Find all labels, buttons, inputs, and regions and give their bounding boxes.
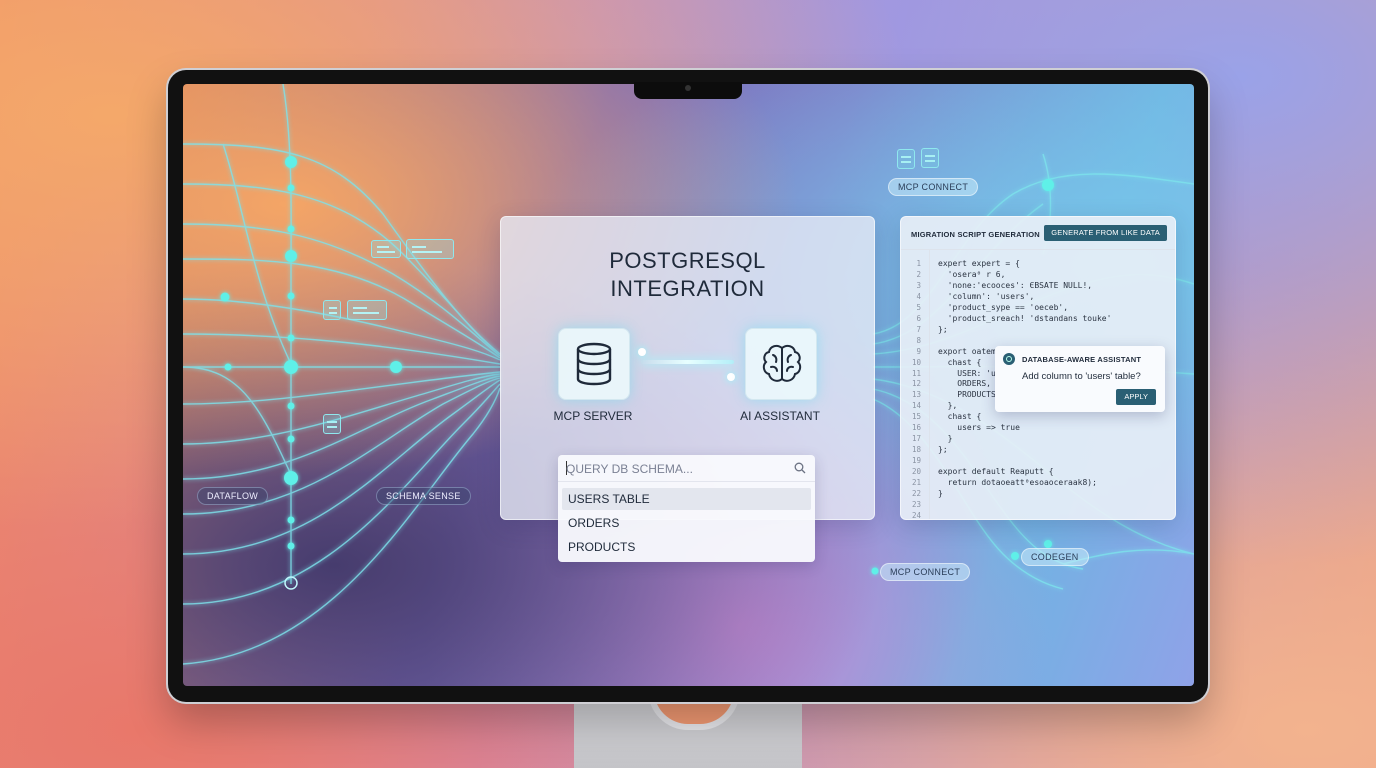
code-line: ORDERS, — [938, 379, 991, 389]
line-number: 16 — [911, 423, 921, 433]
document-icon — [897, 149, 915, 169]
line-number: 15 — [911, 412, 921, 422]
mcp-server-tile[interactable] — [558, 328, 630, 400]
line-number: 23 — [911, 499, 921, 509]
search-icon[interactable] — [794, 462, 806, 474]
line-number: 10 — [911, 357, 921, 367]
document-icon — [921, 148, 939, 168]
line-number: 21 — [911, 478, 921, 487]
apply-button[interactable]: APPLY — [1116, 389, 1156, 405]
code-line: }; — [938, 445, 948, 455]
code-line: } — [938, 434, 953, 444]
code-line: } — [938, 488, 943, 498]
document-icon — [323, 414, 341, 434]
line-number: 4 — [916, 291, 921, 301]
generate-button[interactable]: GENERATE FROM LIKE DATA — [1044, 225, 1167, 241]
tag-mcp-connect-bottom: MCP CONNECT — [880, 563, 971, 581]
code-line: return dotaoeatt⁰esoaoceraak8); — [938, 478, 1097, 487]
code-line: 'column': 'users', — [938, 291, 1035, 301]
line-number: 13 — [911, 390, 921, 400]
line-number: 8 — [916, 335, 921, 345]
line-number: 6 — [916, 313, 921, 323]
database-icon — [576, 342, 612, 386]
code-line: export oatem — [938, 346, 996, 356]
schema-query-dropdown: QUERY DB SCHEMA... USERS TABLE ORDERS PR… — [558, 455, 815, 562]
code-line: }; — [938, 324, 948, 334]
code-line: 'osera⁰ r 6, — [938, 269, 1006, 279]
dropdown-item-orders[interactable]: ORDERS — [562, 512, 811, 534]
code-line: 'product_sype == 'oeceb', — [938, 302, 1069, 312]
monitor: DATAFLOW SCHEMA SENSE MCP CONNECT MCP CO… — [168, 70, 1208, 702]
code-line: 'none:'ecooces': ЄBSATE NULL!, — [938, 280, 1093, 290]
line-number: 3 — [916, 280, 921, 290]
code-line: chast { — [938, 357, 982, 367]
assistant-title: DATABASE-AWARE ASSISTANT — [1022, 355, 1142, 364]
tag-mcp-connect-top: MCP CONNECT — [888, 178, 979, 196]
beam-node — [727, 373, 735, 381]
search-placeholder: QUERY DB SCHEMA... — [566, 462, 693, 476]
ai-assistant-tile[interactable] — [745, 328, 817, 400]
tag-schema-sense: SCHEMA SENSE — [376, 487, 471, 505]
ai-assistant-label: AI ASSISTANT — [740, 409, 820, 423]
line-number: 18 — [911, 445, 921, 455]
panel-title: MIGRATION SCRIPT GENERATION — [911, 230, 1040, 239]
data-chip — [371, 240, 401, 258]
connection-beam — [641, 360, 734, 364]
assistant-icon — [1003, 353, 1015, 365]
beam-node — [638, 348, 646, 356]
line-number: 14 — [911, 401, 921, 411]
data-chip — [347, 300, 387, 320]
camera-icon — [685, 85, 691, 91]
line-number: 1 — [916, 259, 921, 268]
line-number: 7 — [916, 324, 921, 334]
brain-icon — [762, 344, 802, 382]
line-number: 5 — [916, 302, 921, 312]
screen: DATAFLOW SCHEMA SENSE MCP CONNECT MCP CO… — [183, 84, 1194, 686]
assistant-popup: DATABASE-AWARE ASSISTANT Add column to '… — [995, 346, 1165, 412]
code-line: export default Reaputt { — [938, 467, 1054, 477]
data-chip — [406, 239, 454, 259]
panel-header: MIGRATION SCRIPT GENERATION GENERATE FRO… — [901, 217, 1175, 250]
code-line: USER: 'u — [938, 368, 996, 378]
line-number: 12 — [911, 379, 921, 389]
line-number: 2 — [916, 269, 921, 279]
code-line: expert expert = { — [938, 259, 1020, 268]
integration-title-line2: INTEGRATION — [610, 276, 765, 301]
dropdown-item-products[interactable]: PRODUCTS — [562, 536, 811, 558]
camera-notch — [634, 82, 742, 99]
dropdown-item-users-table[interactable]: USERS TABLE — [562, 488, 811, 510]
line-number: 17 — [911, 434, 921, 444]
line-number: 22 — [911, 488, 921, 498]
code-line: chast { — [938, 412, 982, 422]
tag-codegen: CODEGEN — [1021, 548, 1089, 566]
mcp-server-label: MCP SERVER — [553, 409, 633, 423]
code-line: 'product_sreach! 'dstandans touke' — [938, 313, 1112, 323]
integration-title-line1: POSTGRESQL — [609, 248, 766, 273]
code-line: users => true — [938, 423, 1020, 433]
line-number-gutter: 1 2 3 4 5 6 7 8 9 10 11 12 13 14 15 16 17 18 19 20 21 22 23 24 — [901, 249, 930, 519]
schema-search-input[interactable]: QUERY DB SCHEMA... — [558, 455, 815, 482]
code-line: }, — [938, 401, 958, 411]
line-number: 9 — [916, 346, 921, 356]
line-number: 19 — [911, 456, 921, 466]
line-number: 11 — [911, 368, 921, 378]
data-chip — [323, 300, 341, 320]
line-number: 24 — [911, 510, 921, 520]
tag-dataflow: DATAFLOW — [197, 487, 269, 505]
assistant-message: Add column to 'users' table? — [1022, 371, 1141, 382]
code-line: PRODUCTS — [938, 390, 996, 400]
line-number: 20 — [911, 467, 921, 477]
